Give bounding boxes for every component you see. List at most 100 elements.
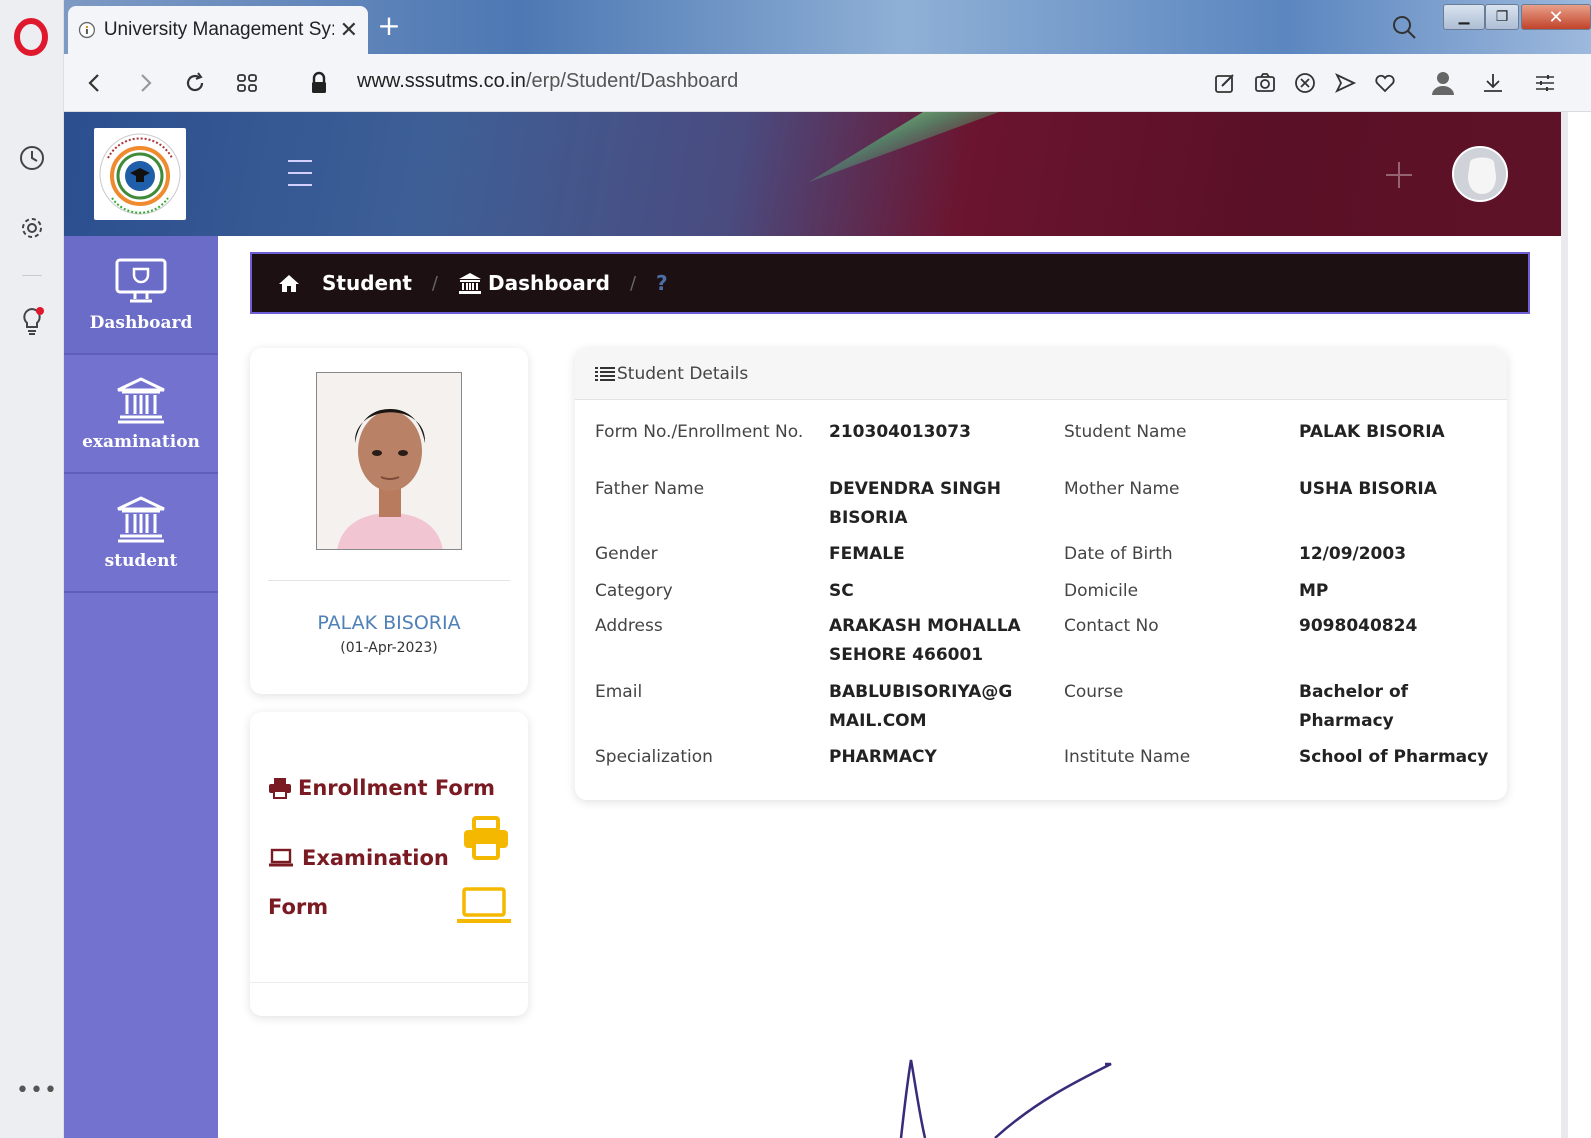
profile-card: PALAK BISORIA (01-Apr-2023) [250, 348, 528, 694]
url-host: www.sssutms.co.in [357, 70, 526, 92]
tab-strip: University Management Sy: ✕ + ▁ ❐ ✕ [64, 0, 1591, 54]
field-value-domicile: MP [1299, 581, 1329, 601]
field-value-institute-name: School of Pharmacy [1299, 747, 1489, 767]
ad-block-icon[interactable] [1290, 68, 1320, 98]
menu-toggle-icon[interactable] [288, 160, 312, 190]
user-silhouette-icon [1454, 148, 1506, 200]
opera-sidebar: ••• [0, 0, 64, 1138]
student-details-card: Student Details Form No./Enrollment No. … [575, 348, 1507, 800]
printer-icon [269, 778, 291, 799]
examination-form-link-line2[interactable]: Form [268, 895, 328, 919]
forms-card: Enrollment Form Examination Form [250, 712, 528, 1016]
lightbulb-icon[interactable] [16, 306, 48, 338]
field-label-specialization: Specialization [595, 747, 713, 767]
profile-divider [268, 580, 510, 581]
app-header [64, 112, 1561, 236]
speed-dial-icon[interactable] [232, 68, 262, 98]
settings-gear-icon[interactable] [16, 212, 48, 244]
field-value-date-of-birth: 12/09/2003 [1299, 544, 1407, 564]
breadcrumb-label: Dashboard [487, 271, 610, 295]
student-name: PALAK BISORIA [317, 612, 461, 634]
field-label-course: Course [1064, 682, 1124, 702]
tab-title: University Management Sy: [103, 19, 334, 40]
sidebar-item-examination[interactable]: examination [64, 355, 218, 474]
easy-setup-sliders-icon[interactable] [1530, 68, 1560, 98]
new-tab-icon[interactable]: + [376, 12, 402, 40]
reload-icon[interactable] [180, 68, 210, 98]
open-examination-form-icon[interactable] [456, 886, 512, 926]
field-value-category: SC [829, 581, 854, 601]
header-decoration [809, 112, 999, 182]
url-input[interactable]: www.sssutms.co.in/erp/Student/Dashboard [357, 70, 738, 93]
snapshot-camera-icon[interactable] [1250, 68, 1280, 98]
profile-user-icon[interactable] [1428, 68, 1458, 98]
rail-divider [22, 275, 42, 276]
field-value-enrollment: 210304013073 [829, 422, 971, 442]
field-value-contact-no: 9098040824 [1299, 616, 1418, 636]
download-icon[interactable] [1478, 68, 1508, 98]
institution-icon [117, 376, 165, 423]
field-value-student-name: PALAK BISORIA [1299, 422, 1445, 442]
monitor-icon [115, 258, 167, 302]
university-logo[interactable] [94, 128, 186, 220]
student-photo [316, 372, 462, 550]
field-value-email: BABLUBISORIYA@GMAIL.COM [829, 682, 1013, 731]
sidebar-item-label: student [104, 550, 178, 571]
field-value-course: Bachelor of Pharmacy [1299, 682, 1409, 731]
easy-setup-icon[interactable] [1210, 68, 1240, 98]
print-enrollment-icon[interactable] [462, 816, 510, 860]
field-value-specialization: PHARMACY [829, 747, 937, 767]
window-close-icon[interactable]: ✕ [1521, 4, 1591, 30]
breadcrumb: Student / Dashboard / ? [250, 252, 1530, 314]
app-sidebar: Dashboard examination student [64, 236, 218, 1138]
fullscreen-icon[interactable] [1384, 160, 1414, 190]
list-icon [595, 366, 615, 381]
browser-tab[interactable]: University Management Sy: ✕ [68, 6, 368, 54]
window-minimize-icon[interactable]: ▁ [1443, 4, 1485, 30]
window-maximize-icon[interactable]: ❐ [1485, 4, 1519, 30]
field-value-address: ARAKASH MOHALLA SEHORE 466001 [829, 616, 1021, 665]
opera-logo-icon[interactable] [14, 18, 48, 56]
send-icon[interactable] [1330, 68, 1360, 98]
field-label-institute-name: Institute Name [1064, 747, 1191, 767]
profile-date: (01-Apr-2023) [340, 640, 438, 656]
address-bar: www.sssutms.co.in/erp/Student/Dashboard [64, 54, 1591, 112]
back-icon[interactable] [80, 68, 110, 98]
breadcrumb-student[interactable]: Student [278, 271, 412, 295]
field-label-father-name: Father Name [595, 479, 705, 499]
details-header: Student Details [575, 348, 1507, 400]
field-value-gender: FEMALE [829, 544, 905, 564]
examination-form-link[interactable]: Examination [268, 846, 449, 870]
sidebar-item-dashboard[interactable]: Dashboard [64, 236, 218, 355]
examination-form-label-line2: Form [268, 895, 329, 919]
sidebar-item-label: examination [82, 431, 200, 452]
history-icon[interactable] [16, 142, 48, 174]
signature-mark [899, 1059, 1112, 1138]
field-label-contact-no: Contact No [1064, 616, 1159, 636]
breadcrumb-separator: / [629, 272, 637, 294]
lock-icon[interactable] [304, 68, 334, 98]
examination-form-label: Examination [302, 846, 449, 870]
breadcrumb-help[interactable]: ? [656, 271, 668, 295]
breadcrumb-separator: / [431, 272, 438, 294]
field-label-address: Address [595, 616, 663, 636]
breadcrumb-dashboard[interactable]: Dashboard [458, 271, 610, 295]
tab-search-icon[interactable] [1391, 14, 1417, 40]
sidebar-item-student[interactable]: student [64, 474, 218, 593]
page-scrollbar[interactable] [1561, 112, 1568, 1138]
field-label-mother-name: Mother Name [1064, 479, 1180, 499]
field-label-email: Email [595, 682, 643, 702]
info-favicon-icon [78, 21, 95, 39]
student-portrait-icon [317, 373, 461, 549]
enrollment-form-link[interactable]: Enrollment Form [268, 776, 495, 800]
forward-icon[interactable] [130, 68, 160, 98]
heart-icon[interactable] [1370, 68, 1400, 98]
field-label-student-name: Student Name [1064, 422, 1187, 442]
field-label-date-of-birth: Date of Birth [1064, 544, 1173, 564]
laptop-icon [269, 848, 293, 867]
tab-close-icon[interactable]: ✕ [340, 18, 358, 43]
user-avatar[interactable] [1452, 146, 1508, 202]
university-seal-icon [99, 133, 181, 215]
more-options-icon[interactable]: ••• [16, 1080, 57, 1106]
forms-card-footer [250, 982, 528, 983]
